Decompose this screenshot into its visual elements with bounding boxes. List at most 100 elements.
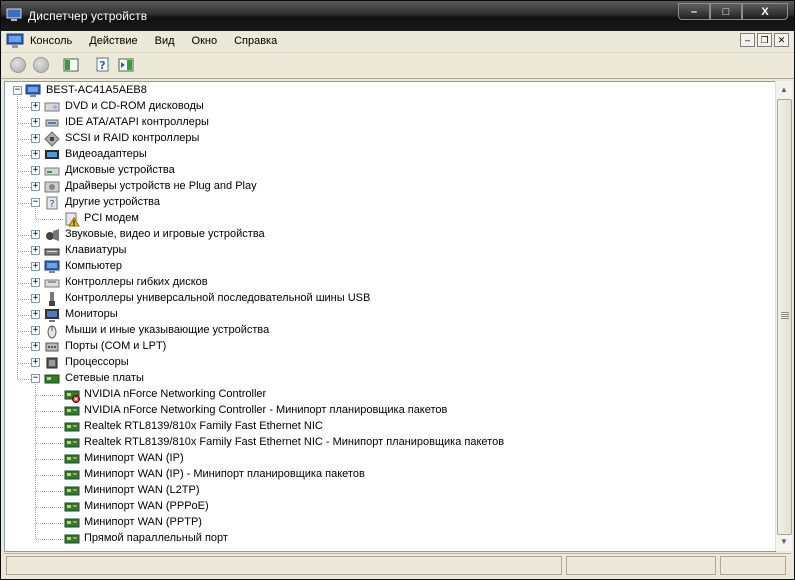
collapse-icon[interactable]: −: [13, 86, 22, 95]
collapse-icon[interactable]: −: [31, 198, 40, 207]
tree-category[interactable]: + Мониторы: [5, 307, 765, 323]
tree-device[interactable]: Минипорт WAN (IP): [5, 451, 765, 467]
menu-item-3[interactable]: Окно: [192, 35, 218, 47]
tree-connector-line: [18, 251, 31, 252]
status-cell-main: [6, 556, 562, 575]
expand-icon[interactable]: +: [31, 246, 40, 255]
tree-category[interactable]: + SCSI и RAID контроллеры: [5, 131, 765, 147]
tree-root[interactable]: − BEST-AC41A5AEB8: [5, 83, 765, 99]
tree-category[interactable]: + Драйверы устройств не Plug and Play: [5, 179, 765, 195]
tree-category[interactable]: + Контроллеры универсальной последователь…: [5, 291, 765, 307]
tree-item-label: Порты (COM и LPT): [65, 340, 167, 352]
tree-device[interactable]: NVIDIA nForce Networking Controller - Ми…: [5, 403, 765, 419]
network-card-icon: [64, 438, 80, 448]
collapse-icon[interactable]: −: [31, 374, 40, 383]
warning-device-icon: !: [65, 212, 80, 227]
disk-drive-icon: [44, 167, 60, 176]
minimize-button[interactable]: –: [678, 3, 710, 20]
tree-item-label: PCI модем: [84, 212, 139, 224]
expand-icon[interactable]: +: [31, 134, 40, 143]
show-hide-action-pane-icon[interactable]: [118, 57, 134, 73]
help-icon[interactable]: ?: [95, 57, 111, 73]
tree-category[interactable]: + Процессоры: [5, 355, 765, 371]
tree-item-label: Видеоадаптеры: [65, 148, 147, 160]
tree-item-label: Другие устройства: [65, 196, 160, 208]
expand-icon[interactable]: +: [31, 310, 40, 319]
tree-category[interactable]: + IDE ATA/ATAPI контроллеры: [5, 115, 765, 131]
back-button[interactable]: [10, 57, 26, 73]
tree-category[interactable]: + Дисковые устройства: [5, 163, 765, 179]
mdi-controls: – ❐ ✕: [738, 33, 789, 47]
expand-icon[interactable]: +: [31, 262, 40, 271]
tree-connector-line: [36, 475, 63, 476]
expand-icon[interactable]: +: [31, 230, 40, 239]
scroll-down-arrow-icon[interactable]: ▼: [776, 534, 792, 550]
tree-category[interactable]: −? Другие устройства: [5, 195, 765, 211]
disabled-network-card-icon: [64, 390, 80, 403]
expand-icon[interactable]: +: [31, 294, 40, 303]
sound-device-icon: [46, 229, 59, 241]
expand-icon[interactable]: +: [31, 118, 40, 127]
expand-icon[interactable]: +: [31, 166, 40, 175]
expand-icon[interactable]: +: [31, 326, 40, 335]
tree-item-label: Клавиатуры: [65, 244, 127, 256]
menu-item-0[interactable]: Консоль: [30, 35, 72, 47]
close-button[interactable]: X: [742, 3, 788, 20]
menu-item-2[interactable]: Вид: [155, 35, 175, 47]
expand-icon[interactable]: +: [31, 182, 40, 191]
tree-device[interactable]: Минипорт WAN (PPTP): [5, 515, 765, 531]
tree-item-label: Драйверы устройств не Plug and Play: [65, 180, 257, 192]
tree-connector-line: [18, 187, 31, 188]
non-pnp-driver-icon: [44, 181, 60, 193]
tree-connector-line: [18, 171, 31, 172]
tree-device[interactable]: Realtek RTL8139/810x Family Fast Etherne…: [5, 435, 765, 451]
scroll-thumb[interactable]: [777, 99, 792, 535]
menu-bar: Консоль Действие Вид Окно Справка – ❐ ✕: [1, 31, 794, 53]
tree-connector-line: [36, 395, 63, 396]
expand-icon[interactable]: +: [31, 342, 40, 351]
menu-item-1[interactable]: Действие: [89, 35, 137, 47]
tree-device[interactable]: Минипорт WAN (L2TP): [5, 483, 765, 499]
mdi-minimize-button[interactable]: –: [740, 33, 755, 47]
forward-button[interactable]: [33, 57, 49, 73]
tree-device[interactable]: Прямой параллельный порт: [5, 531, 765, 547]
expand-icon[interactable]: +: [31, 102, 40, 111]
tree-category[interactable]: + Мыши и иные указывающие устройства: [5, 323, 765, 339]
tree-category[interactable]: + Звуковые, видео и игровые устройства: [5, 227, 765, 243]
tree-item-label: NVIDIA nForce Networking Controller - Ми…: [84, 404, 448, 416]
tree-connector-line: [36, 219, 63, 220]
tree-device[interactable]: ! PCI модем: [5, 211, 765, 227]
title-bar[interactable]: Диспетчер устройств – □ X: [1, 1, 794, 31]
tree-category[interactable]: + Видеоадаптеры: [5, 147, 765, 163]
tree-category[interactable]: + Компьютер: [5, 259, 765, 275]
maximize-button[interactable]: □: [710, 3, 742, 20]
expand-icon[interactable]: +: [31, 150, 40, 159]
expand-icon[interactable]: +: [31, 278, 40, 287]
tree-category[interactable]: + Клавиатуры: [5, 243, 765, 259]
console-icon[interactable]: [6, 33, 24, 49]
mdi-close-button[interactable]: ✕: [774, 33, 789, 47]
tree-category[interactable]: − Сетевые платы: [5, 371, 765, 387]
vertical-scrollbar[interactable]: ▲ ▼: [775, 81, 792, 551]
scroll-up-arrow-icon[interactable]: ▲: [776, 82, 792, 98]
mdi-restore-button[interactable]: ❐: [757, 33, 772, 47]
scroll-grip-icon: [781, 312, 789, 320]
tree-item-label: Контроллеры универсальной последовательн…: [65, 292, 371, 304]
tree-device[interactable]: NVIDIA nForce Networking Controller: [5, 387, 765, 403]
tree-category[interactable]: + DVD и CD-ROM дисководы: [5, 99, 765, 115]
computer-icon: [25, 84, 41, 97]
tree-item-label: Минипорт WAN (L2TP): [84, 484, 200, 496]
tree-category[interactable]: + Порты (COM и LPT): [5, 339, 765, 355]
tree-device[interactable]: Минипорт WAN (PPPoE): [5, 499, 765, 515]
window-title: Диспетчер устройств: [28, 9, 148, 23]
tree-category[interactable]: + Контроллеры гибких дисков: [5, 275, 765, 291]
tree-device[interactable]: Realtek RTL8139/810x Family Fast Etherne…: [5, 419, 765, 435]
device-tree-pane[interactable]: − BEST-AC41A5AEB8 + DVD и CD-ROM дисководы +…: [4, 81, 776, 552]
tree-item-label: Минипорт WAN (IP): [84, 452, 184, 464]
expand-icon[interactable]: +: [31, 358, 40, 367]
network-card-icon: [64, 470, 80, 480]
window-controls: – □ X: [678, 3, 788, 21]
tree-device[interactable]: Минипорт WAN (IP) - Минипорт планировщик…: [5, 467, 765, 483]
menu-item-4[interactable]: Справка: [234, 35, 277, 47]
show-hide-console-tree-icon[interactable]: [63, 57, 79, 73]
